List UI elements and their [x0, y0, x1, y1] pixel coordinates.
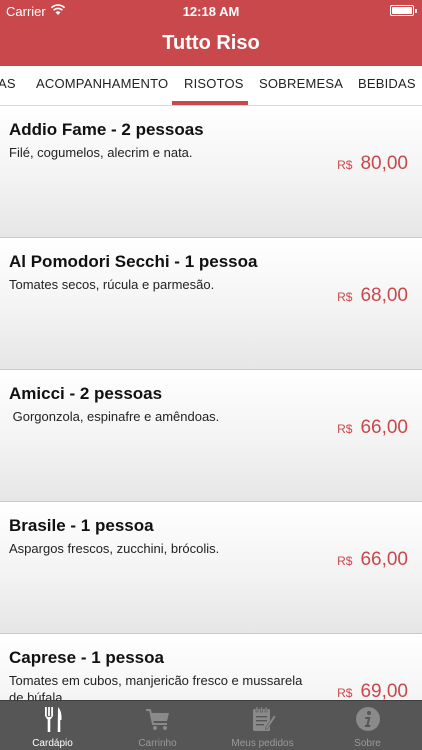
- tabbar-label: Sobre: [354, 738, 381, 749]
- tab-acompanhamento[interactable]: ACOMPANHAMENTO: [36, 76, 168, 91]
- item-description: Gorgonzola, espinafre e amêndoas.: [9, 409, 220, 424]
- info-icon: [356, 707, 380, 731]
- tabbar-item-sobre[interactable]: Sobre: [315, 701, 420, 750]
- currency-symbol: R$: [337, 290, 353, 304]
- tabbar-label: Meus pedidos: [231, 738, 294, 749]
- item-price: R$ 68,00: [337, 285, 408, 307]
- bottom-tab-bar: Cardápio Carrinho Meus pedidos Sobre: [0, 700, 422, 750]
- price-value: 66,00: [360, 417, 408, 438]
- tabbar-label: Carrinho: [138, 738, 177, 749]
- active-tab-indicator: [172, 101, 248, 105]
- tab-bebidas[interactable]: BEBIDAS: [358, 76, 416, 91]
- item-description: Tomates em cubos, manjericão fresco e mu…: [9, 673, 303, 700]
- clock: 12:18 AM: [182, 4, 240, 19]
- item-name: Brasile - 1 pessoa: [9, 516, 154, 535]
- fork-knife-icon: [45, 707, 62, 732]
- menu-list[interactable]: Addio Fame - 2 pessoas Filé, cogumelos, …: [0, 106, 422, 700]
- tab-sobremesa[interactable]: SOBREMESA: [259, 76, 343, 91]
- notepad-icon: [253, 706, 276, 731]
- battery-icon: [390, 5, 417, 16]
- menu-item[interactable]: Brasile - 1 pessoa Aspargos frescos, zuc…: [0, 502, 422, 634]
- item-description: Tomates secos, rúcula e parmesão.: [9, 277, 215, 292]
- currency-symbol: R$: [337, 158, 353, 172]
- item-description: Aspargos frescos, zucchini, brócolis.: [9, 541, 220, 556]
- price-value: 68,00: [360, 285, 408, 306]
- price-value: 66,00: [360, 549, 408, 570]
- tabbar-item-cardapio[interactable]: Cardápio: [0, 701, 105, 750]
- item-name: Caprese - 1 pessoa: [9, 648, 164, 667]
- menu-item[interactable]: Al Pomodori Secchi - 1 pessoa Tomates se…: [0, 238, 422, 370]
- cart-icon: [146, 709, 169, 730]
- tabbar-item-meus-pedidos[interactable]: Meus pedidos: [210, 701, 315, 750]
- price-value: 69,00: [360, 681, 408, 700]
- status-bar: Carrier 12:18 AM: [0, 0, 422, 22]
- item-price: R$ 69,00: [337, 681, 408, 700]
- item-name: Addio Fame - 2 pessoas: [9, 120, 204, 139]
- item-price: R$ 80,00: [337, 153, 408, 175]
- header: Carrier 12:18 AM Tutto Riso: [0, 0, 422, 66]
- item-description: Filé, cogumelos, alecrim e nata.: [9, 145, 193, 160]
- tab-partial[interactable]: AS: [0, 76, 16, 91]
- item-price: R$ 66,00: [337, 417, 408, 439]
- currency-symbol: R$: [337, 422, 353, 436]
- currency-symbol: R$: [337, 686, 353, 700]
- item-name: Amicci - 2 pessoas: [9, 384, 163, 403]
- tabbar-label: Cardápio: [32, 738, 73, 749]
- item-name: Al Pomodori Secchi - 1 pessoa: [9, 252, 258, 271]
- currency-symbol: R$: [337, 554, 353, 568]
- item-price: R$ 66,00: [337, 549, 408, 571]
- menu-item[interactable]: Caprese - 1 pessoa Tomates em cubos, man…: [0, 634, 422, 700]
- menu-item[interactable]: Addio Fame - 2 pessoas Filé, cogumelos, …: [0, 106, 422, 238]
- category-tabs: AS ACOMPANHAMENTO RISOTOS SOBREMESA BEBI…: [0, 66, 422, 106]
- tab-risotos[interactable]: RISOTOS: [184, 76, 244, 91]
- page-title: Tutto Riso: [162, 32, 260, 54]
- price-value: 80,00: [360, 153, 408, 174]
- menu-item[interactable]: Amicci - 2 pessoas Gorgonzola, espinafre…: [0, 370, 422, 502]
- tabbar-item-carrinho[interactable]: Carrinho: [105, 701, 210, 750]
